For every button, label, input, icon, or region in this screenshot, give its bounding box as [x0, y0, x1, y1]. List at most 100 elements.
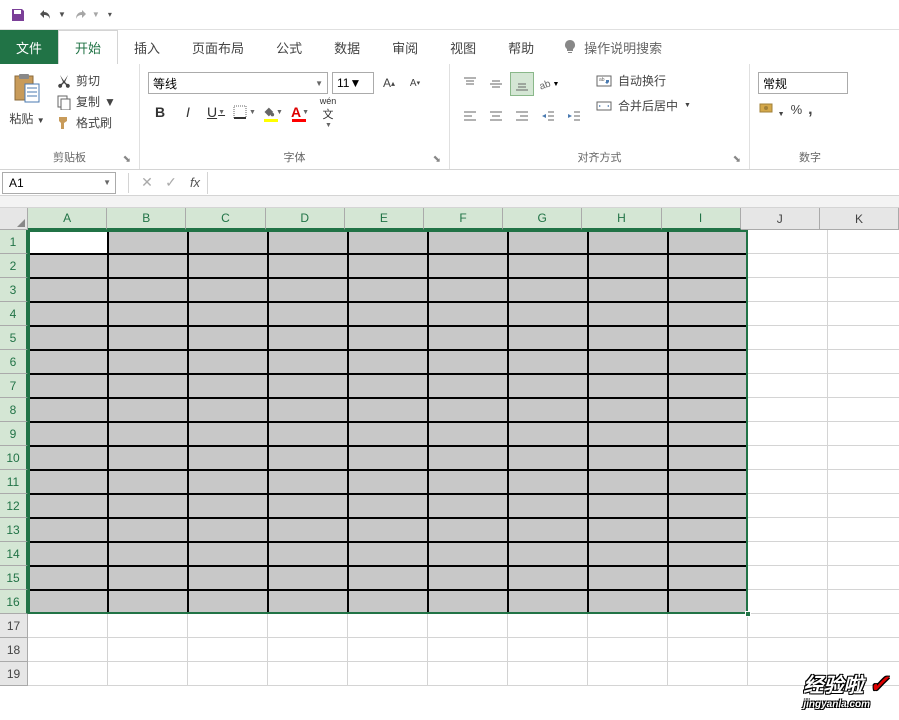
cell-K3[interactable]	[828, 278, 899, 302]
cell-E13[interactable]	[348, 518, 428, 542]
cell-F13[interactable]	[428, 518, 508, 542]
tab-page-layout[interactable]: 页面布局	[176, 30, 260, 64]
cell-B18[interactable]	[108, 638, 188, 662]
cell-H15[interactable]	[588, 566, 668, 590]
cell-F12[interactable]	[428, 494, 508, 518]
cell-K15[interactable]	[828, 566, 899, 590]
dialog-launcher-alignment[interactable]: ⬊	[733, 154, 741, 165]
cell-C13[interactable]	[188, 518, 268, 542]
phonetic-button[interactable]: wén文▼	[316, 100, 340, 124]
decrease-indent-button[interactable]	[536, 104, 560, 128]
cell-D18[interactable]	[268, 638, 348, 662]
name-box[interactable]: A1▼	[2, 172, 116, 194]
cell-J13[interactable]	[748, 518, 828, 542]
cell-F6[interactable]	[428, 350, 508, 374]
cell-K5[interactable]	[828, 326, 899, 350]
cell-F3[interactable]	[428, 278, 508, 302]
cell-B17[interactable]	[108, 614, 188, 638]
cell-D1[interactable]	[268, 230, 348, 254]
column-header-E[interactable]: E	[345, 208, 424, 230]
cell-J7[interactable]	[748, 374, 828, 398]
column-header-B[interactable]: B	[107, 208, 186, 230]
cell-C2[interactable]	[188, 254, 268, 278]
column-header-H[interactable]: H	[582, 208, 661, 230]
row-header-11[interactable]: 11	[0, 470, 28, 494]
cell-D14[interactable]	[268, 542, 348, 566]
border-button[interactable]: ▼	[232, 100, 256, 124]
row-header-4[interactable]: 4	[0, 302, 28, 326]
row-header-16[interactable]: 16	[0, 590, 28, 614]
cell-G19[interactable]	[508, 662, 588, 686]
cell-E12[interactable]	[348, 494, 428, 518]
formula-input[interactable]	[207, 172, 899, 194]
cell-E16[interactable]	[348, 590, 428, 614]
cell-D16[interactable]	[268, 590, 348, 614]
cell-C1[interactable]	[188, 230, 268, 254]
cell-A5[interactable]	[28, 326, 108, 350]
tab-home[interactable]: 开始	[58, 30, 118, 64]
cell-H9[interactable]	[588, 422, 668, 446]
cell-B5[interactable]	[108, 326, 188, 350]
cell-I19[interactable]	[668, 662, 748, 686]
cell-K2[interactable]	[828, 254, 899, 278]
cell-C18[interactable]	[188, 638, 268, 662]
cell-B16[interactable]	[108, 590, 188, 614]
row-header-18[interactable]: 18	[0, 638, 28, 662]
cell-G2[interactable]	[508, 254, 588, 278]
font-size-select[interactable]: 11▼	[332, 72, 374, 94]
cell-F19[interactable]	[428, 662, 508, 686]
cell-B19[interactable]	[108, 662, 188, 686]
row-header-2[interactable]: 2	[0, 254, 28, 278]
font-color-button[interactable]: A▼	[288, 100, 312, 124]
cell-J15[interactable]	[748, 566, 828, 590]
format-painter-button[interactable]: 格式刷	[56, 114, 116, 131]
cell-E18[interactable]	[348, 638, 428, 662]
cell-H11[interactable]	[588, 470, 668, 494]
cell-J6[interactable]	[748, 350, 828, 374]
align-left-button[interactable]	[458, 104, 482, 128]
cell-K1[interactable]	[828, 230, 899, 254]
cell-C3[interactable]	[188, 278, 268, 302]
cell-D8[interactable]	[268, 398, 348, 422]
cell-F18[interactable]	[428, 638, 508, 662]
cell-H18[interactable]	[588, 638, 668, 662]
cell-B4[interactable]	[108, 302, 188, 326]
cell-C11[interactable]	[188, 470, 268, 494]
cell-I18[interactable]	[668, 638, 748, 662]
cell-E4[interactable]	[348, 302, 428, 326]
cell-G10[interactable]	[508, 446, 588, 470]
fill-handle[interactable]	[745, 611, 751, 617]
cell-E10[interactable]	[348, 446, 428, 470]
cell-H19[interactable]	[588, 662, 668, 686]
cell-C16[interactable]	[188, 590, 268, 614]
comma-button[interactable]: ,	[808, 101, 812, 119]
cell-D3[interactable]	[268, 278, 348, 302]
row-header-7[interactable]: 7	[0, 374, 28, 398]
underline-button[interactable]: U▼	[204, 100, 228, 124]
row-header-10[interactable]: 10	[0, 446, 28, 470]
cell-B3[interactable]	[108, 278, 188, 302]
column-header-C[interactable]: C	[186, 208, 265, 230]
cell-I2[interactable]	[668, 254, 748, 278]
cell-H3[interactable]	[588, 278, 668, 302]
cell-G17[interactable]	[508, 614, 588, 638]
tab-data[interactable]: 数据	[318, 30, 376, 64]
cell-H8[interactable]	[588, 398, 668, 422]
cell-I8[interactable]	[668, 398, 748, 422]
cell-B9[interactable]	[108, 422, 188, 446]
row-header-14[interactable]: 14	[0, 542, 28, 566]
cell-D15[interactable]	[268, 566, 348, 590]
cell-H16[interactable]	[588, 590, 668, 614]
cell-F15[interactable]	[428, 566, 508, 590]
cell-K6[interactable]	[828, 350, 899, 374]
cell-F11[interactable]	[428, 470, 508, 494]
qat-customize[interactable]: ▾	[108, 10, 112, 19]
cell-D9[interactable]	[268, 422, 348, 446]
accounting-format-button[interactable]: ▼	[758, 100, 785, 119]
cell-H7[interactable]	[588, 374, 668, 398]
cell-E17[interactable]	[348, 614, 428, 638]
fill-color-button[interactable]: ▼	[260, 100, 284, 124]
cell-G6[interactable]	[508, 350, 588, 374]
cell-F1[interactable]	[428, 230, 508, 254]
cell-C5[interactable]	[188, 326, 268, 350]
